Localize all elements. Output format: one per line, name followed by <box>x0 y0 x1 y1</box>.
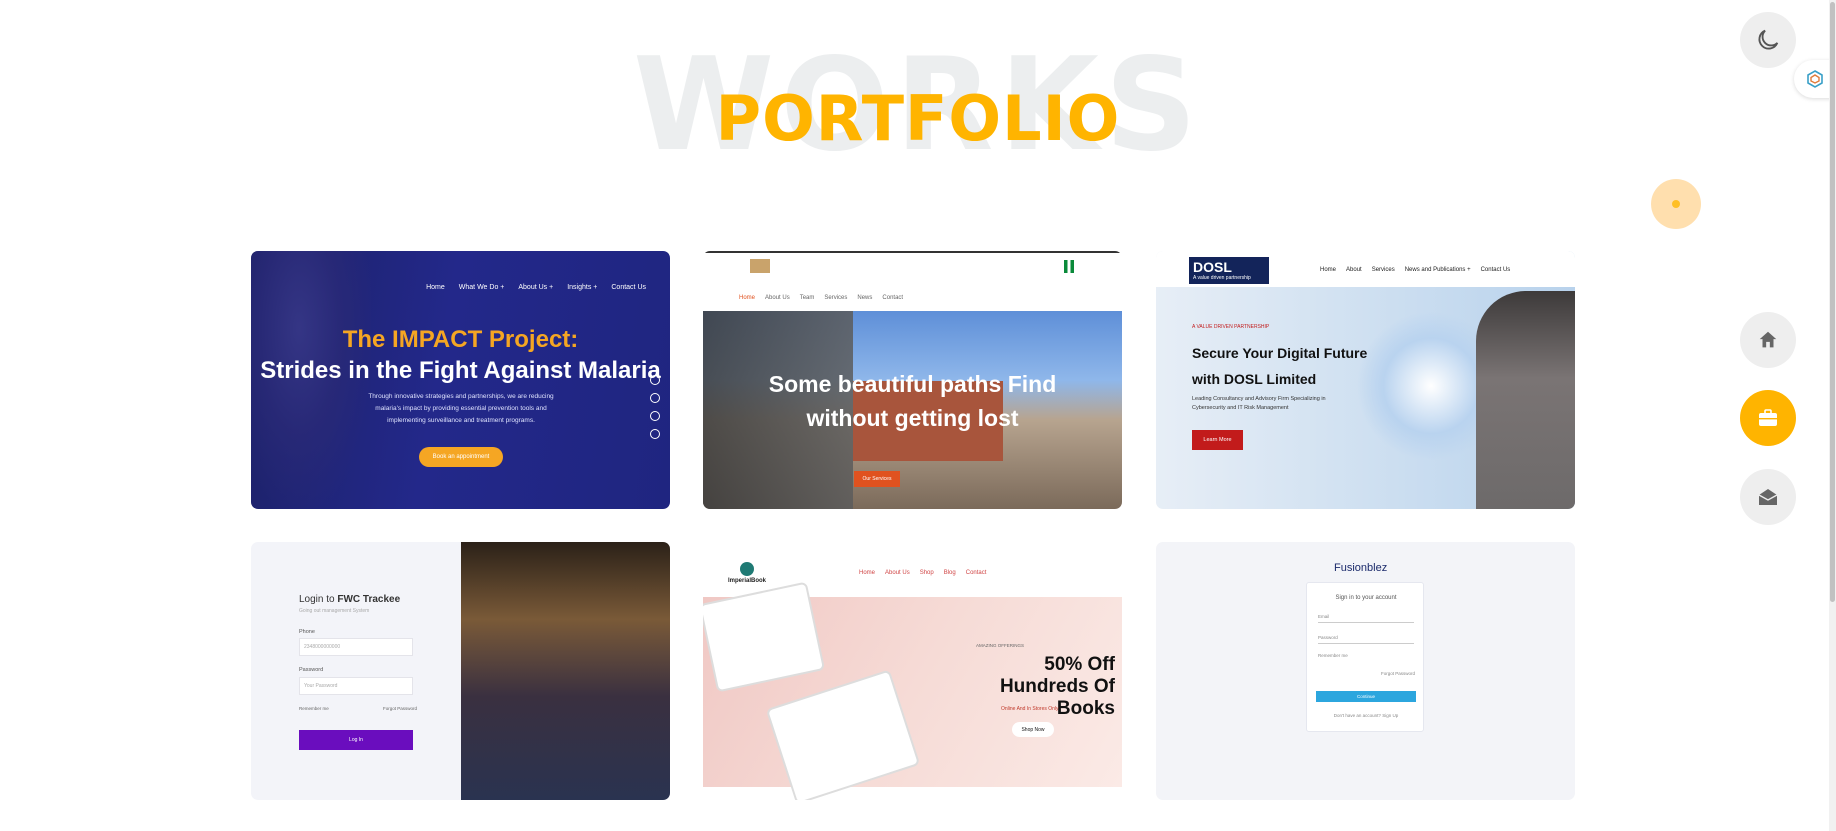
nav-item: Insights + <box>567 284 598 291</box>
card-kicker: A VALUE DRIVEN PARTNERSHIP <box>1192 324 1270 330</box>
extension-icon <box>1807 70 1823 88</box>
portfolio-card-logistics[interactable]: Home About Us Team Services News Contact… <box>703 251 1122 509</box>
custom-cursor <box>1651 179 1701 229</box>
nav-item: News <box>857 295 873 301</box>
login-title: Login to FWC Trackee <box>299 594 400 605</box>
login-title-brand: FWC Trackee <box>337 594 401 605</box>
login-box: Sign in to your account Email Password R… <box>1306 582 1424 732</box>
card-body: Leading Consultancy and Advisory Firm Sp… <box>1192 396 1326 411</box>
slide-dots <box>650 375 660 439</box>
nav-item: News and Publications + <box>1404 267 1471 273</box>
home-icon <box>1759 331 1777 348</box>
card-headline: The IMPACT Project: <box>342 326 579 353</box>
login-subtitle: Going out management System <box>299 608 370 614</box>
site-logo: DOSL A value driven partnership <box>1189 257 1269 284</box>
nav-item: About Us <box>885 570 910 576</box>
portfolio-card-fwc[interactable]: Login to FWC Trackee Going out managemen… <box>251 542 670 800</box>
card-body: Through innovative strategies and partne… <box>368 393 554 424</box>
theme-toggle-button[interactable] <box>1740 12 1796 68</box>
card-button: Book an appointment <box>419 447 503 467</box>
card-headline: Secure Your Digital Future with DOSL Lim… <box>1192 345 1368 387</box>
portfolio-card-dosl[interactable]: DOSL A value driven partnership Home Abo… <box>1156 251 1575 509</box>
nav-portfolio-button[interactable] <box>1740 390 1796 446</box>
nav-item: About <box>1346 267 1362 273</box>
moon-icon <box>1758 29 1779 50</box>
card-headline-2: Strides in the Fight Against Malaria <box>260 357 661 384</box>
slide-dot <box>650 375 660 385</box>
card-nav: Home About Us Team Services News Contact <box>739 295 903 301</box>
password-label: Password <box>1318 635 1338 640</box>
password-field: Your Password <box>299 677 413 695</box>
page-scrollbar[interactable] <box>1829 0 1836 831</box>
nav-item: Services <box>1371 267 1395 273</box>
nav-item: About Us <box>765 295 790 301</box>
slide-dot <box>650 429 660 439</box>
site-logo <box>750 259 770 273</box>
nav-item: What We Do + <box>458 284 505 291</box>
forgot-password: Forgot Password <box>1381 671 1416 676</box>
nav-contact-button[interactable] <box>1740 469 1796 525</box>
nav-item: About Us + <box>518 284 554 291</box>
site-logo: Fusionblez <box>1334 562 1388 574</box>
hero-image <box>1476 291 1575 509</box>
nav-item: Home <box>859 570 876 576</box>
slide-dot <box>650 411 660 421</box>
portfolio-page: WORKS PORTFOLIO Home What We Do + About … <box>0 0 1836 831</box>
nav-item: Contact <box>882 295 904 301</box>
login-button: Log In <box>299 730 413 750</box>
site-logo: ImperialBook <box>728 562 768 586</box>
portfolio-card-books[interactable]: ImperialBook Home About Us Shop Blog Con… <box>703 542 1122 800</box>
signup-link: Don't have an account? Sign Up <box>1333 713 1399 718</box>
card-button: Shop Now <box>1012 722 1054 737</box>
logo-text: DOSL <box>1193 259 1232 275</box>
flag-icon <box>1064 260 1074 273</box>
continue-button: Continue <box>1316 691 1416 702</box>
portfolio-card-fusion[interactable]: Fusionblez Sign in to your account Email… <box>1156 542 1575 800</box>
password-underline <box>1318 643 1414 644</box>
card-button: Learn More <box>1192 430 1243 450</box>
nav-item: Blog <box>943 570 956 576</box>
forgot-password: Forgot Password <box>383 706 418 711</box>
remember-me: Remember me <box>1318 653 1348 658</box>
nav-item: Team <box>799 295 815 301</box>
login-title: Sign in to your account <box>1335 595 1397 601</box>
login-title-prefix: Login to <box>299 594 338 605</box>
card-nav: Home About Services News and Publication… <box>1320 267 1510 273</box>
remember-me: Remember me <box>299 706 329 711</box>
section-title: PORTFOLIO <box>715 82 1121 155</box>
password-label: Password <box>299 667 324 673</box>
nav-item: Contact <box>965 570 987 576</box>
envelope-icon <box>1758 489 1778 505</box>
hero-image <box>461 542 670 800</box>
card-nav: Home What We Do + About Us + Insights + … <box>426 284 646 291</box>
slide-dot <box>650 393 660 403</box>
nav-item: Contact Us <box>1480 267 1511 273</box>
nav-item: Home <box>1320 267 1337 273</box>
logo-tagline: A value driven partnership <box>1193 275 1251 281</box>
logo-text: ImperialBook <box>728 578 767 584</box>
portfolio-card-impact[interactable]: Home What We Do + About Us + Insights + … <box>251 251 670 509</box>
card-headline: Some beautiful paths Find without gettin… <box>768 371 1057 431</box>
email-underline <box>1318 622 1414 623</box>
phone-field: 2348000000000 <box>299 638 413 656</box>
nav-item: Shop <box>919 570 934 576</box>
briefcase-icon <box>1759 409 1777 426</box>
card-kicker: AMAZING OFFERINGS <box>976 643 1025 648</box>
card-subline: Online And In Stores Only <box>1001 706 1059 712</box>
card-nav: Home About Us Shop Blog Contact <box>859 570 986 576</box>
phone-label: Phone <box>299 629 315 635</box>
email-label: Email <box>1318 614 1330 619</box>
nav-item: Home <box>426 284 445 291</box>
card-button: Our Services <box>854 471 900 487</box>
nav-item: Contact Us <box>611 284 646 291</box>
nav-item: Home <box>739 295 756 301</box>
nav-item: Services <box>824 295 848 301</box>
nav-home-button[interactable] <box>1740 312 1796 368</box>
